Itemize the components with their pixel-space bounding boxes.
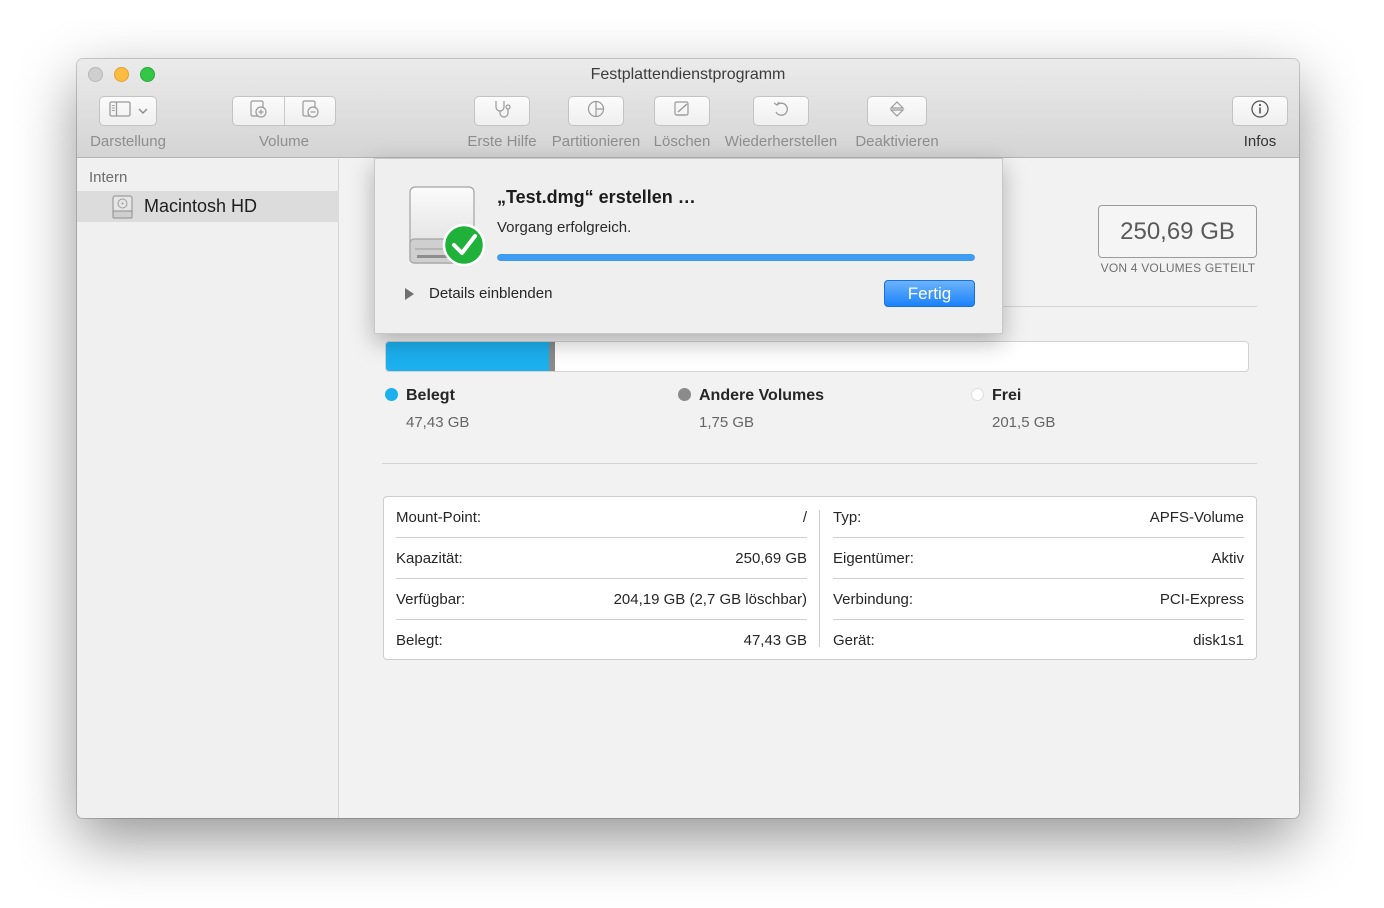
- disk-image-icon: [405, 185, 487, 274]
- divider: [382, 463, 1257, 464]
- success-badge: [442, 223, 486, 267]
- legend-name: Belegt: [406, 387, 455, 404]
- details-toggle[interactable]: Details einblenden: [429, 285, 552, 302]
- eject-icon: [887, 99, 907, 124]
- erase-icon: [672, 99, 692, 124]
- legend-name: Frei: [992, 387, 1022, 404]
- unmount-button[interactable]: [867, 96, 927, 126]
- progress-bar: [497, 254, 975, 261]
- add-volume-icon: [248, 99, 268, 124]
- restore-button[interactable]: [753, 96, 809, 126]
- sheet-title: „Test.dmg“ erstellen …: [497, 187, 696, 207]
- first-aid-button[interactable]: [474, 96, 530, 126]
- table-row: Mount-Point: /: [396, 497, 807, 538]
- legend-value: 1,75 GB: [699, 414, 755, 431]
- legend-value: 47,43 GB: [406, 414, 470, 431]
- row-value: APFS-Volume: [1149, 508, 1244, 526]
- info-icon: [1250, 99, 1270, 124]
- done-button[interactable]: Fertig: [884, 280, 975, 307]
- partition-label: Partitionieren: [551, 133, 641, 150]
- first-aid-label: Erste Hilfe: [467, 133, 537, 150]
- info-label: Infos: [1243, 133, 1277, 150]
- row-label: Verbindung:: [833, 590, 914, 608]
- info-column-right: Typ: APFS-Volume Eigentümer: Aktiv Verbind…: [833, 497, 1244, 659]
- unmount-label: Deaktivieren: [855, 133, 939, 150]
- partition-button[interactable]: [568, 96, 624, 126]
- add-volume-button[interactable]: [233, 97, 285, 125]
- view-label: Darstellung: [90, 133, 166, 150]
- table-row: Kapazität: 250,69 GB: [396, 538, 807, 579]
- row-label: Eigentümer:: [833, 549, 914, 567]
- info-button[interactable]: [1232, 96, 1288, 126]
- volume-segmented-control: [232, 96, 336, 126]
- window-title: Festplattendienstprogramm: [590, 66, 786, 83]
- view-button[interactable]: [99, 96, 157, 126]
- table-row: Verfügbar: 204,19 GB (2,7 GB löschbar): [396, 579, 807, 620]
- pie-chart-icon: [586, 99, 606, 124]
- capacity-note: VON 4 VOLUMES GETEILT: [1100, 261, 1256, 275]
- volume-label: Volume: [258, 133, 310, 150]
- legend-value: 201,5 GB: [992, 414, 1056, 431]
- table-row: Verbindung: PCI-Express: [833, 579, 1244, 620]
- legend-dot-used: [385, 388, 398, 401]
- sidebar-item-label: Macintosh HD: [144, 196, 258, 216]
- table-row: Belegt: 47,43 GB: [396, 620, 807, 661]
- usage-bar-other: [549, 342, 556, 371]
- sheet-status: Vorgang erfolgreich.: [497, 219, 632, 236]
- row-label: Verfügbar:: [396, 590, 466, 608]
- usage-bar-used: [386, 342, 550, 371]
- erase-label: Löschen: [653, 133, 711, 150]
- sidebar: Intern Macintosh HD: [77, 159, 339, 818]
- erase-button[interactable]: [654, 96, 710, 126]
- row-label: Kapazität:: [396, 549, 463, 567]
- row-value: Aktiv: [1211, 549, 1244, 567]
- row-value: 250,69 GB: [735, 549, 807, 567]
- capacity-box: 250,69 GB: [1098, 205, 1257, 258]
- info-column-left: Mount-Point: / Kapazität: 250,69 GB Verfüg…: [396, 497, 807, 659]
- row-value: /: [802, 508, 807, 526]
- sidebar-icon: [108, 100, 131, 122]
- row-value: disk1s1: [1193, 632, 1244, 649]
- row-label: Belegt:: [396, 632, 443, 649]
- row-label: Mount-Point:: [396, 508, 482, 526]
- usage-bar: [385, 341, 1249, 372]
- chevron-down-icon: [138, 102, 148, 120]
- table-row: Gerät: disk1s1: [833, 620, 1244, 661]
- row-label: Typ:: [833, 508, 862, 526]
- row-value: PCI-Express: [1159, 590, 1244, 608]
- remove-volume-button[interactable]: [285, 97, 336, 125]
- legend-dot-free: [971, 388, 984, 401]
- column-divider: [819, 510, 820, 647]
- table-row: Eigentümer: Aktiv: [833, 538, 1244, 579]
- row-value: 204,19 GB (2,7 GB löschbar): [613, 590, 807, 608]
- title-toolbar: Festplattendienstprogramm Darstellung Vo…: [77, 59, 1299, 158]
- progress-sheet: „Test.dmg“ erstellen … Vorgang erfolgrei…: [374, 158, 1003, 334]
- hard-drive-icon: [111, 195, 134, 219]
- restore-label: Wiederherstellen: [724, 133, 838, 150]
- remove-volume-icon: [300, 99, 320, 124]
- table-row: Typ: APFS-Volume: [833, 497, 1244, 538]
- info-table: Mount-Point: / Kapazität: 250,69 GB Verfüg…: [383, 496, 1257, 660]
- progress-bar-fill: [497, 254, 975, 261]
- sidebar-item-macintosh-hd[interactable]: Macintosh HD: [77, 191, 339, 222]
- sidebar-section-intern: Intern: [89, 169, 128, 186]
- stethoscope-icon: [491, 99, 513, 124]
- restore-icon: [771, 99, 791, 124]
- legend-dot-other: [678, 388, 691, 401]
- row-label: Gerät:: [833, 632, 875, 649]
- disclosure-triangle-icon[interactable]: [405, 288, 414, 300]
- row-value: 47,43 GB: [743, 632, 807, 649]
- legend-name: Andere Volumes: [699, 387, 825, 404]
